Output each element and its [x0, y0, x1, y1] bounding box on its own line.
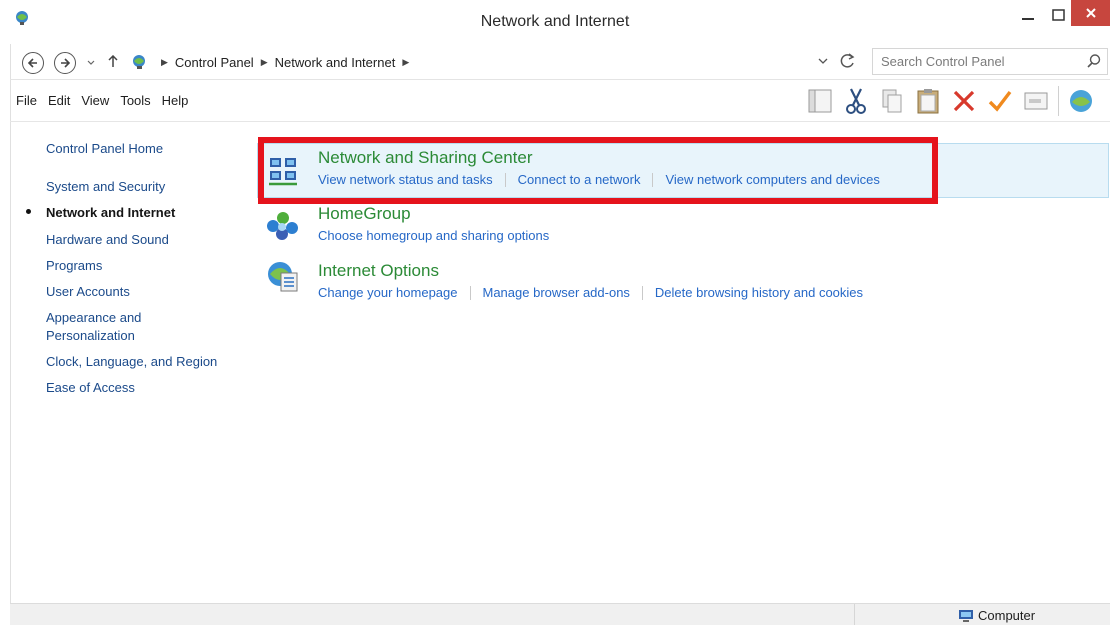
minimize-icon [1022, 18, 1034, 20]
forward-button[interactable] [54, 52, 76, 74]
link-divider [469, 285, 471, 300]
back-arrow-icon [27, 58, 37, 68]
properties-button[interactable] [986, 87, 1014, 115]
copy-icon [882, 89, 902, 113]
internet-options-icon [268, 262, 298, 292]
layout-icon [808, 89, 832, 113]
window-title: Network and Internet [480, 13, 630, 30]
nav-network-and-internet[interactable]: Network and Internet [26, 204, 176, 222]
change-homepage-link[interactable]: Change your homepage [318, 285, 458, 300]
chevron-right-icon[interactable]: ▶ [161, 57, 168, 68]
toolbar [806, 84, 1095, 118]
forward-arrow-icon [61, 58, 71, 68]
menu-view[interactable]: View [81, 93, 109, 108]
search-placeholder: Search Control Panel [881, 54, 1005, 69]
search-input[interactable]: Search Control Panel [872, 48, 1108, 75]
homegroup-icon [267, 212, 298, 240]
link-divider [641, 285, 643, 300]
menu-file[interactable]: File [16, 93, 37, 108]
rename-button[interactable] [1022, 87, 1050, 115]
internet-options-heading[interactable]: Internet Options [318, 261, 439, 281]
copy-button[interactable] [878, 87, 906, 115]
recent-pages-chevron-icon[interactable] [87, 60, 95, 66]
nav-network-and-internet-label: Network and Internet [46, 205, 176, 220]
control-panel-home-link[interactable]: Control Panel Home [46, 140, 163, 158]
choose-homegroup-link[interactable]: Choose homegroup and sharing options [318, 228, 549, 243]
paste-button[interactable] [914, 87, 942, 115]
network-globe-icon [133, 55, 145, 69]
cut-icon [846, 88, 866, 114]
network-button[interactable] [1067, 87, 1095, 115]
network-globe-icon [1070, 90, 1092, 112]
cut-button[interactable] [842, 87, 870, 115]
nav-ease-of-access[interactable]: Ease of Access [46, 379, 135, 397]
status-computer: Computer [958, 608, 1035, 623]
menu-edit[interactable]: Edit [48, 93, 70, 108]
nav-appearance-and-personalization[interactable]: Appearance and Personalization [46, 309, 156, 345]
maximize-icon [1051, 9, 1065, 21]
rename-icon [1024, 92, 1048, 110]
breadcrumb: ▶ Control Panel ▶ Network and Internet ▶ [130, 44, 416, 80]
homegroup-heading[interactable]: HomeGroup [318, 204, 411, 224]
toolbar-separator [1058, 86, 1059, 116]
menu-bar: File Edit View Tools Help [10, 80, 1110, 122]
breadcrumb-network-and-internet[interactable]: Network and Internet [275, 55, 396, 70]
up-arrow-icon[interactable] [108, 55, 118, 68]
chevron-right-icon[interactable]: ▶ [261, 57, 268, 68]
nav-hardware-and-sound[interactable]: Hardware and Sound [46, 231, 169, 249]
nav-system-and-security[interactable]: System and Security [46, 178, 165, 196]
address-bar: ▶ Control Panel ▶ Network and Internet ▶… [10, 44, 1110, 80]
search-icon[interactable] [1087, 54, 1101, 68]
delete-icon [953, 90, 975, 112]
manage-browser-addons-link[interactable]: Manage browser add-ons [483, 285, 630, 300]
close-button[interactable] [1071, 0, 1110, 26]
status-bar: Computer [10, 603, 1110, 625]
homegroup-links: Choose homegroup and sharing options [318, 228, 549, 243]
delete-browsing-history-link[interactable]: Delete browsing history and cookies [655, 285, 863, 300]
address-dropdown-icon[interactable] [818, 58, 828, 65]
refresh-icon[interactable] [840, 53, 856, 70]
layout-button[interactable] [806, 87, 834, 115]
window-frame-left [10, 44, 11, 603]
computer-icon [959, 609, 973, 622]
internet-options-links: Change your homepage Manage browser add-… [318, 285, 863, 300]
active-bullet-icon [26, 209, 31, 214]
nav-clock-language-and-region[interactable]: Clock, Language, and Region [46, 353, 217, 371]
checkmark-icon [988, 90, 1012, 112]
chevron-right-icon[interactable]: ▶ [402, 57, 409, 68]
close-icon [1085, 8, 1096, 18]
delete-button[interactable] [950, 87, 978, 115]
status-divider [854, 604, 855, 625]
computer-label: Computer [978, 608, 1036, 623]
red-highlight-box [258, 137, 938, 204]
nav-programs[interactable]: Programs [46, 257, 102, 275]
back-button[interactable] [22, 52, 44, 74]
title-bar: Network and Internet [0, 0, 1110, 44]
nav-user-accounts[interactable]: User Accounts [46, 283, 130, 301]
menu-help[interactable]: Help [162, 93, 189, 108]
menu-tools[interactable]: Tools [120, 93, 150, 108]
breadcrumb-control-panel[interactable]: Control Panel [175, 55, 254, 70]
paste-icon [917, 89, 939, 114]
